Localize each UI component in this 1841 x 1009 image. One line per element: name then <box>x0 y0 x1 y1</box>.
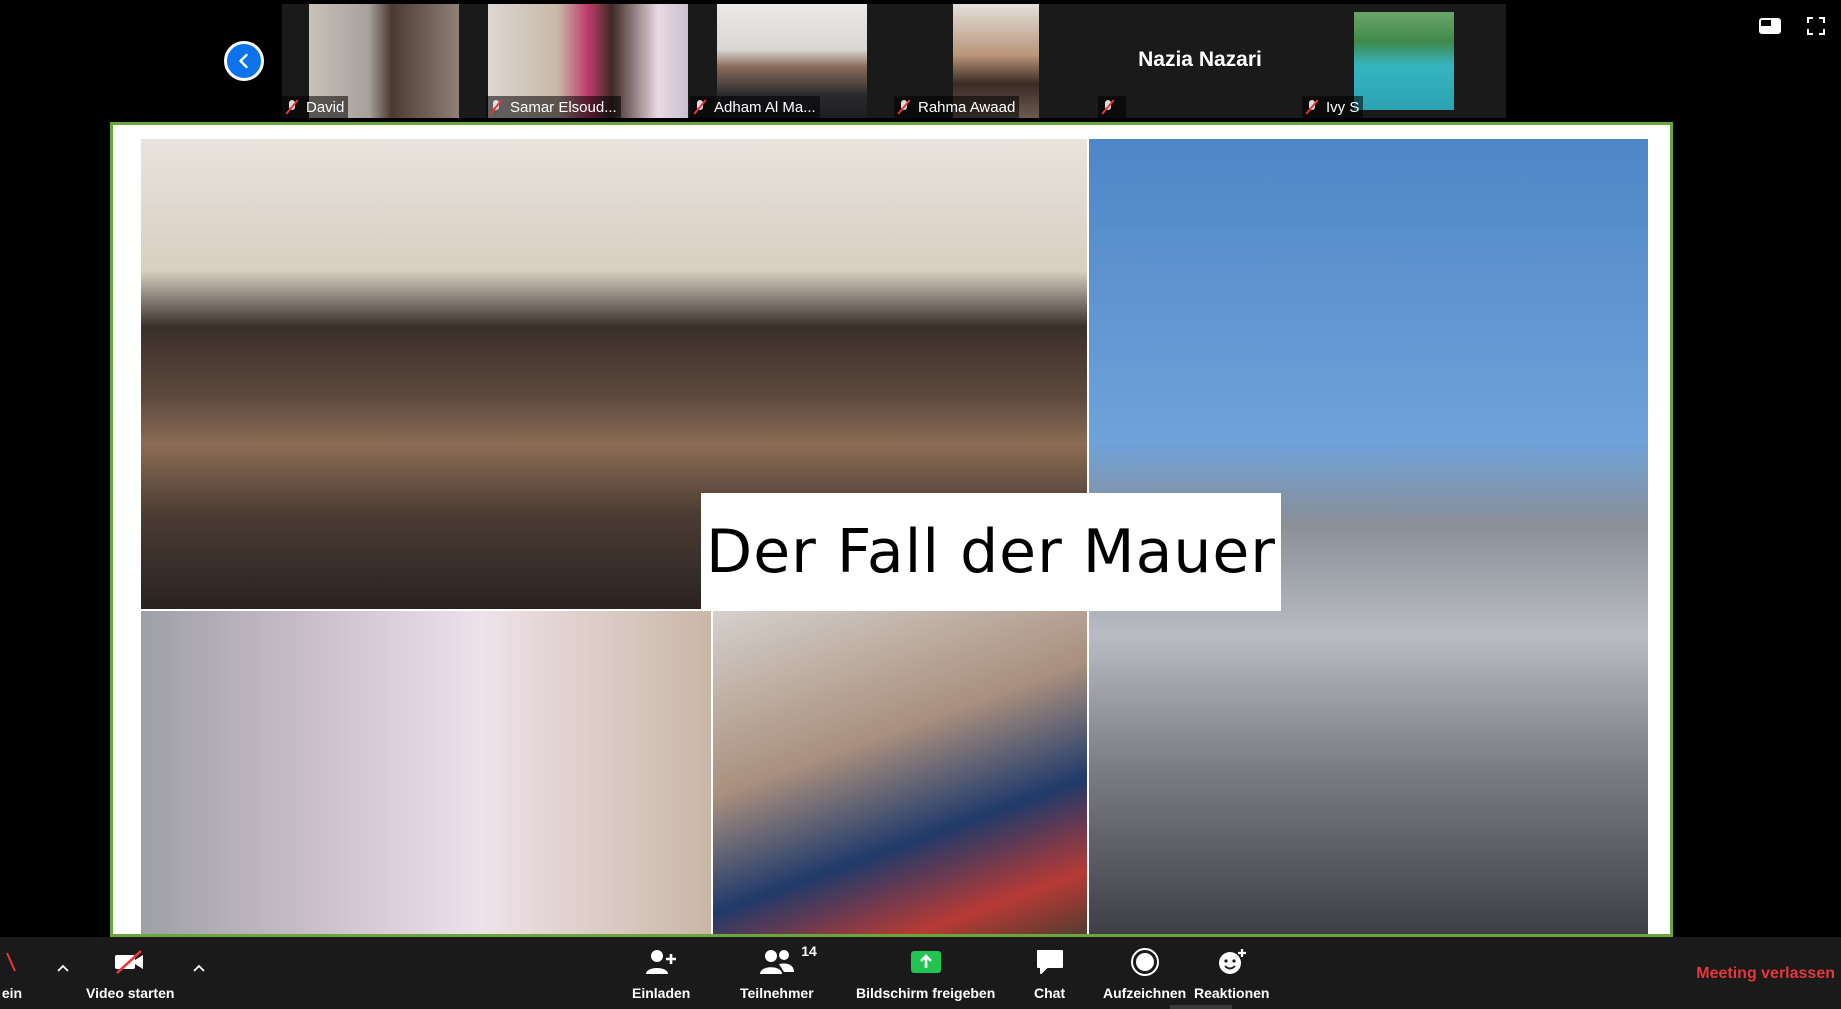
mic-muted-icon <box>1306 99 1318 115</box>
invite-button[interactable]: Einladen <box>632 947 690 1001</box>
participants-icon: 14 <box>759 943 817 977</box>
reactions-icon <box>1216 947 1248 977</box>
profile-picture <box>1354 12 1454 110</box>
fullscreen-icon[interactable] <box>1805 16 1827 36</box>
view-icon[interactable] <box>1759 16 1781 36</box>
mic-muted-icon <box>694 99 706 115</box>
participant-tile[interactable]: Rahma Awaad <box>894 4 1098 118</box>
slide-title-box: Der Fall der Mauer <box>701 493 1281 611</box>
participant-name-bar: Ivy S <box>1302 96 1364 118</box>
participant-name: David <box>306 98 345 116</box>
slide-photo <box>141 611 711 934</box>
mic-muted-icon <box>286 99 298 115</box>
shared-screen: Der Fall der Mauer <box>110 122 1673 937</box>
record-icon <box>1130 947 1160 977</box>
toolbar-indicator <box>1170 1005 1232 1009</box>
share-screen-label: Bildschirm freigeben <box>856 985 996 1001</box>
slide-title: Der Fall der Mauer <box>706 517 1276 587</box>
reactions-label: Reaktionen <box>1194 985 1270 1001</box>
chevron-up-icon[interactable] <box>193 963 205 975</box>
reactions-button[interactable]: Reaktionen <box>1194 947 1269 1001</box>
video-label: Video starten <box>86 985 175 1001</box>
chevron-left-icon <box>239 53 248 69</box>
chat-icon <box>1035 947 1065 977</box>
participant-name: Samar Elsoud... <box>510 98 617 116</box>
participant-name-bar: Adham Al Ma... <box>690 96 820 118</box>
video-button[interactable]: Video starten <box>86 947 174 1001</box>
participant-name-bar: David <box>282 96 349 118</box>
audio-button[interactable]: ein <box>0 947 24 1001</box>
participant-center-name: Nazia Nazari <box>1138 48 1262 71</box>
participant-name-bar: Rahma Awaad <box>894 96 1020 118</box>
meeting-toolbar: ein Video starten Einladen 14 Teilnehmer <box>0 937 1841 1009</box>
mic-muted-icon <box>0 947 24 977</box>
view-controls <box>1759 16 1827 36</box>
participant-name: Rahma Awaad <box>918 98 1016 116</box>
gallery-strip: David Samar Elsoud... Adham Al Ma... Rah… <box>282 4 1506 118</box>
leave-meeting-button[interactable]: Meeting verlassen <box>1696 965 1835 983</box>
participant-name-bar: Samar Elsoud... <box>486 96 621 118</box>
mic-muted-icon <box>898 99 910 115</box>
gallery-prev-button[interactable] <box>224 41 264 81</box>
record-button[interactable]: Aufzeichnen <box>1103 947 1186 1001</box>
slide-photo <box>713 611 1087 934</box>
add-user-icon <box>644 947 678 977</box>
participants-label: Teilnehmer <box>740 985 814 1001</box>
zoom-meeting-window: David Samar Elsoud... Adham Al Ma... Rah… <box>0 0 1841 1009</box>
share-screen-button[interactable]: Bildschirm freigeben <box>856 947 995 1001</box>
participants-button[interactable]: 14 Teilnehmer <box>740 943 817 1001</box>
video-off-icon <box>113 947 147 977</box>
participant-tile[interactable]: Ivy S <box>1302 4 1506 118</box>
mic-muted-icon <box>1102 99 1114 115</box>
chevron-up-icon[interactable] <box>57 963 69 975</box>
participant-name: Adham Al Ma... <box>714 98 816 116</box>
mic-muted-icon <box>490 99 502 115</box>
record-label: Aufzeichnen <box>1103 985 1187 1001</box>
participant-name-bar <box>1098 96 1126 118</box>
participant-tile[interactable]: Nazia Nazari <box>1098 4 1302 118</box>
share-screen-icon <box>909 947 943 977</box>
invite-label: Einladen <box>632 985 691 1001</box>
participant-tile[interactable]: David <box>282 4 486 118</box>
participant-tile[interactable]: Adham Al Ma... <box>690 4 894 118</box>
audio-label: ein <box>1 985 23 1001</box>
chat-button[interactable]: Chat <box>1034 947 1065 1001</box>
participants-count: 14 <box>801 943 817 959</box>
participant-tile[interactable]: Samar Elsoud... <box>486 4 690 118</box>
chat-label: Chat <box>1034 985 1066 1001</box>
participant-name: Ivy S <box>1326 98 1360 116</box>
